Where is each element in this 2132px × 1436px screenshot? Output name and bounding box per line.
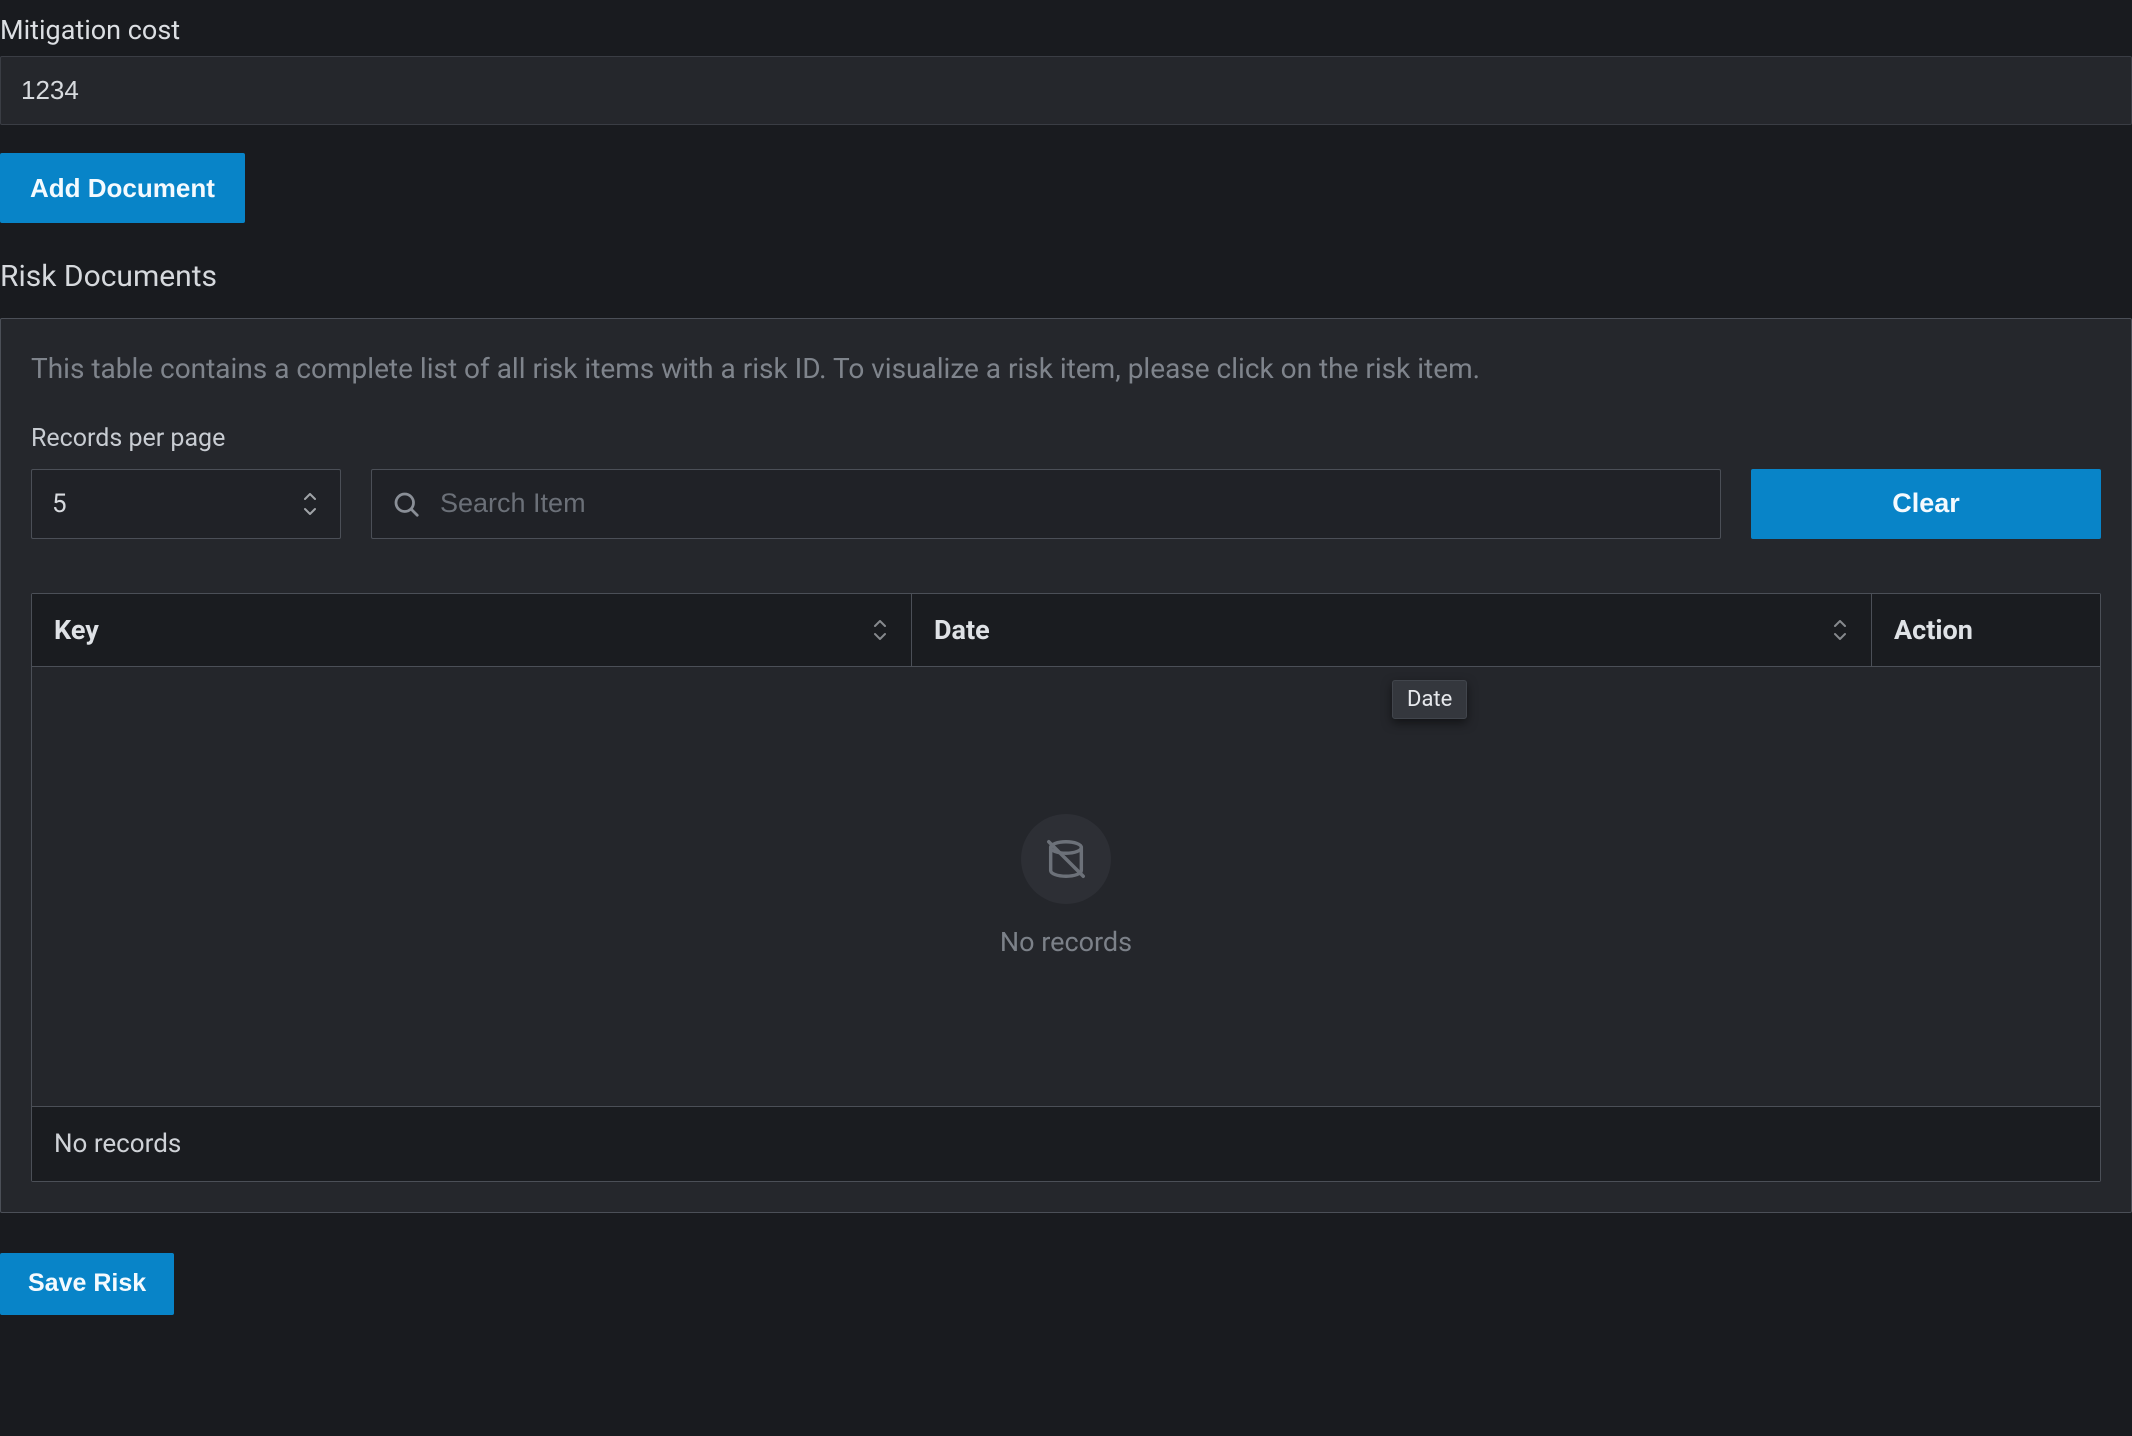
table-empty-body: No records: [32, 667, 2100, 1107]
mitigation-cost-input[interactable]: [0, 56, 2132, 125]
mitigation-cost-label: Mitigation cost: [0, 14, 2132, 46]
column-header-action: Action: [1872, 594, 2100, 666]
no-records-icon: [1021, 814, 1111, 904]
records-per-page-select[interactable]: 5: [31, 469, 341, 539]
search-input[interactable]: [371, 469, 1721, 539]
column-header-key[interactable]: Key: [32, 594, 912, 666]
risk-documents-table: Key Date: [31, 593, 2101, 1182]
save-risk-button[interactable]: Save Risk: [0, 1253, 174, 1315]
column-header-action-label: Action: [1894, 614, 1973, 646]
risk-documents-card: This table contains a complete list of a…: [0, 318, 2132, 1213]
table-footer: No records: [32, 1107, 2100, 1181]
records-per-page-value: 5: [52, 489, 67, 519]
search-icon: [391, 489, 421, 519]
column-header-date-label: Date: [934, 614, 990, 646]
no-records-text: No records: [1000, 926, 1132, 958]
clear-button[interactable]: Clear: [1751, 469, 2101, 539]
risk-documents-title: Risk Documents: [0, 259, 2132, 294]
table-header-row: Key Date: [32, 594, 2100, 667]
records-per-page-label: Records per page: [31, 424, 341, 453]
sort-icon: [1831, 618, 1849, 642]
chevron-updown-icon: [300, 491, 320, 517]
risk-documents-description: This table contains a complete list of a…: [31, 349, 2101, 390]
sort-icon: [871, 618, 889, 642]
column-header-key-label: Key: [54, 614, 99, 646]
column-header-date[interactable]: Date: [912, 594, 1872, 666]
add-document-button[interactable]: Add Document: [0, 153, 245, 223]
